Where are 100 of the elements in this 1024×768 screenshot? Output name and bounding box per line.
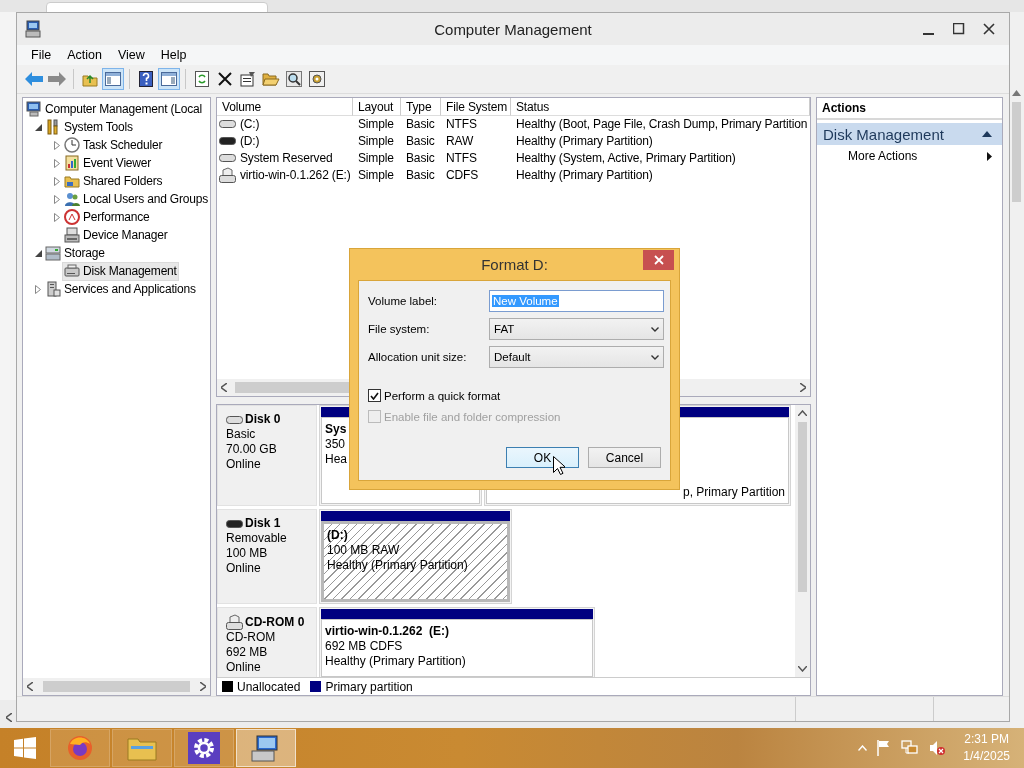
open-folder-icon[interactable] [262, 72, 280, 86]
column-header[interactable]: Status [511, 98, 810, 116]
partition-size: 100 MB RAW [327, 543, 401, 558]
tree-item[interactable]: Services and Applications [43, 279, 198, 299]
close-button[interactable] [643, 250, 674, 270]
window-title: Computer Management [434, 20, 592, 38]
disk-name: CD-ROM 0 [245, 614, 305, 630]
expand-arrow-icon[interactable] [54, 194, 60, 204]
disk-drive-icon [64, 263, 80, 279]
table-cell: Simple [358, 133, 394, 148]
chevron-down-icon [651, 326, 659, 332]
maximize-icon[interactable] [953, 23, 965, 35]
partition[interactable]: virtio-win-0.1.262 (E:) 692 MB CDFS Healthy (Primary Partition) [319, 607, 595, 677]
cd-drive-icon [219, 166, 237, 183]
menu-item[interactable]: File [23, 48, 60, 62]
dialog-button[interactable]: OK [506, 447, 579, 468]
tree-item[interactable]: Disk Management [62, 261, 179, 281]
menu-item[interactable]: Action [59, 48, 110, 62]
dropdown[interactable]: FAT [489, 318, 664, 340]
drive-icon [219, 152, 237, 163]
back-arrow-icon[interactable] [25, 72, 43, 86]
scrollbar[interactable] [23, 678, 210, 695]
expand-arrow-icon[interactable] [54, 158, 60, 168]
action-pane-button[interactable] [158, 68, 180, 90]
disk-size: 692 MB [226, 645, 269, 660]
table-cell: Basic [406, 167, 435, 182]
show-hidden-icons-icon[interactable] [858, 745, 868, 751]
help-icon[interactable] [139, 71, 153, 87]
dropdown[interactable]: Default [489, 346, 664, 368]
collapse-arrow-icon[interactable] [982, 131, 992, 137]
close-icon[interactable] [983, 23, 995, 35]
services-icon [45, 281, 61, 297]
expand-arrow-icon[interactable] [35, 284, 41, 294]
disk-status: Online [226, 660, 262, 675]
partition-size: 350 [325, 437, 347, 452]
checkbox[interactable] [368, 389, 381, 402]
properties-icon[interactable] [240, 71, 256, 87]
scrollbar-thumb[interactable] [1012, 102, 1021, 202]
field-label: Volume label: [368, 295, 439, 307]
legend-label: Primary partition [325, 679, 413, 694]
table-cell: virtio-win-0.1.262 (E:) [240, 167, 351, 182]
action-section-header[interactable]: Disk Management [817, 123, 1002, 145]
refresh-icon[interactable] [195, 71, 209, 87]
table-cell: Healthy (Primary Partition) [516, 133, 653, 148]
dialog-title: Format D: [481, 256, 548, 273]
collapse-arrow-icon[interactable] [34, 123, 42, 131]
browser-icon [66, 734, 94, 762]
action-item[interactable]: More Actions [817, 145, 1002, 167]
tree-item[interactable]: Performance [62, 207, 152, 227]
menu-item[interactable]: View [109, 48, 153, 62]
settings-icon [188, 732, 220, 764]
delete-icon[interactable] [218, 72, 232, 86]
start-icon[interactable] [14, 737, 36, 759]
tree-item[interactable]: Local Users and Groups [62, 189, 210, 209]
console-tree-button[interactable] [102, 68, 124, 90]
disk-name: Disk 0 [245, 412, 281, 427]
column-header[interactable]: Type [401, 98, 441, 116]
tree-item[interactable]: Computer Management (Local [24, 99, 204, 119]
table-cell: Basic [406, 133, 435, 148]
dialog-button[interactable]: Cancel [588, 447, 661, 468]
close-icon [653, 255, 664, 265]
search-icon[interactable] [286, 71, 302, 87]
field-label: File system: [368, 323, 431, 335]
shared-folder-icon [64, 173, 80, 189]
tree-item[interactable]: Shared Folders [62, 171, 165, 191]
column-header[interactable]: Volume [217, 98, 353, 116]
tree-item[interactable]: Device Manager [62, 225, 170, 245]
network-icon[interactable] [901, 740, 920, 756]
scrollbar[interactable] [795, 405, 810, 677]
device-icon [64, 227, 80, 243]
expand-arrow-icon[interactable] [54, 140, 60, 150]
performance-icon [64, 209, 80, 225]
computer-management-icon [25, 20, 43, 38]
checkbox-label: Perform a quick format [384, 389, 501, 402]
menu-item[interactable]: Help [152, 48, 195, 62]
tree-item[interactable]: Storage [43, 243, 107, 263]
submenu-arrow-icon[interactable] [987, 151, 992, 161]
table-cell: System Reserved [240, 150, 333, 165]
partition[interactable]: (D:) 100 MB RAW Healthy (Primary Partition) [319, 509, 512, 604]
speaker-muted-icon[interactable] [929, 740, 946, 756]
partition-size: 692 MB CDFS [325, 639, 404, 654]
tree-item[interactable]: System Tools [43, 117, 135, 137]
column-header[interactable]: File System [441, 98, 511, 116]
checkbox-label: Enable file and folder compression [384, 410, 561, 423]
expand-arrow-icon[interactable] [54, 212, 60, 222]
scroll-up-arrow-icon[interactable] [1012, 90, 1021, 96]
computer-management-taskbar-button[interactable] [236, 729, 296, 767]
settings-taskbar-button[interactable] [174, 729, 234, 767]
chevron-down-icon [651, 354, 659, 360]
settings-icon[interactable] [309, 71, 325, 87]
expand-arrow-icon[interactable] [54, 176, 60, 186]
column-header[interactable]: Layout [353, 98, 401, 116]
collapse-arrow-icon[interactable] [34, 249, 42, 257]
table-cell: Simple [358, 167, 394, 182]
partition-name: (D:) [327, 528, 349, 543]
tree-item[interactable]: Task Scheduler [62, 135, 165, 155]
browser-taskbar-button[interactable] [50, 729, 110, 767]
tree-item[interactable]: Event Viewer [62, 153, 154, 173]
table-cell: Basic [406, 116, 435, 131]
forward-arrow-icon[interactable] [48, 72, 66, 86]
